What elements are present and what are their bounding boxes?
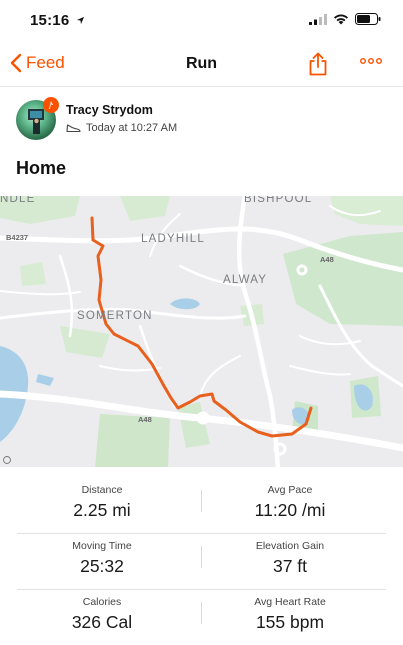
stats-row-3: Calories 326 Cal Avg Heart Rate 155 bpm — [17, 590, 386, 645]
stat-avg-pace: Avg Pace 11:20 /mi — [195, 484, 385, 521]
route-map[interactable]: LADYHILL ALWAY SOMERTON BISHPOOL NDLE B4… — [0, 196, 403, 467]
map-label-bishpool: BISHPOOL — [244, 196, 312, 205]
stat-calories-label: Calories — [82, 596, 122, 608]
activity-title: Home — [16, 158, 67, 178]
athlete-header[interactable]: Tracy Strydom Today at 10:27 AM — [16, 97, 386, 142]
status-bar: 15:16 — [0, 0, 403, 44]
stat-elevation-gain-value: 37 ft — [272, 556, 308, 576]
shoe-icon — [66, 124, 81, 133]
status-time-text: 15:16 — [30, 12, 70, 29]
stat-avg-pace-value: 11:20 /mi — [254, 500, 326, 520]
map-label-ndle: NDLE — [0, 196, 35, 205]
map-label-alway: ALWAY — [223, 274, 267, 286]
strava-logo-icon — [43, 97, 59, 113]
more-options-icon[interactable] — [360, 58, 382, 64]
location-arrow-icon — [76, 16, 84, 25]
stat-moving-time-label: Moving Time — [72, 540, 132, 552]
status-icons — [309, 13, 381, 25]
stat-elevation-gain: Elevation Gain 37 ft — [195, 540, 385, 577]
stats-row-1: Distance 2.25 mi Avg Pace 11:20 /mi — [17, 478, 386, 534]
stat-avg-pace-label: Avg Pace — [267, 484, 313, 496]
map-label-somerton: SOMERTON — [77, 310, 153, 322]
stat-calories-value: 326 Cal — [71, 612, 133, 632]
stat-avg-heart-rate: Avg Heart Rate 155 bpm — [195, 596, 385, 633]
share-icon[interactable] — [308, 52, 328, 76]
stat-elevation-gain-label: Elevation Gain — [255, 540, 325, 552]
stat-moving-time-value: 25:32 — [80, 556, 124, 576]
stat-distance-value: 2.25 mi — [73, 500, 131, 520]
road-label-a48-north: A48 — [320, 255, 334, 264]
athlete-name[interactable]: Tracy Strydom — [66, 103, 153, 117]
status-time: 15:16 — [30, 12, 85, 29]
page-title: Run — [185, 55, 218, 72]
road-label-b4237: B4237 — [6, 233, 28, 242]
stat-moving-time: Moving Time 25:32 — [7, 540, 197, 577]
navigation-bar: Feed Run — [0, 44, 403, 87]
activity-meta: Today at 10:27 AM — [66, 122, 177, 134]
stats-row-2: Moving Time 25:32 Elevation Gain 37 ft — [17, 534, 386, 590]
stat-calories: Calories 326 Cal — [7, 596, 197, 633]
signal-icon — [309, 13, 327, 25]
stats-panel: Distance 2.25 mi Avg Pace 11:20 /mi Movi… — [0, 478, 403, 645]
battery-icon — [355, 13, 381, 25]
activity-timestamp: Today at 10:27 AM — [86, 122, 178, 134]
wifi-icon — [334, 14, 348, 25]
stat-distance-label: Distance — [81, 484, 123, 496]
stat-distance: Distance 2.25 mi — [7, 484, 197, 521]
road-label-a48-south: A48 — [138, 415, 152, 424]
map-label-ladyhill: LADYHILL — [141, 233, 205, 245]
stat-avg-heart-rate-value: 155 bpm — [255, 612, 325, 632]
stat-avg-heart-rate-label: Avg Heart Rate — [254, 596, 326, 608]
